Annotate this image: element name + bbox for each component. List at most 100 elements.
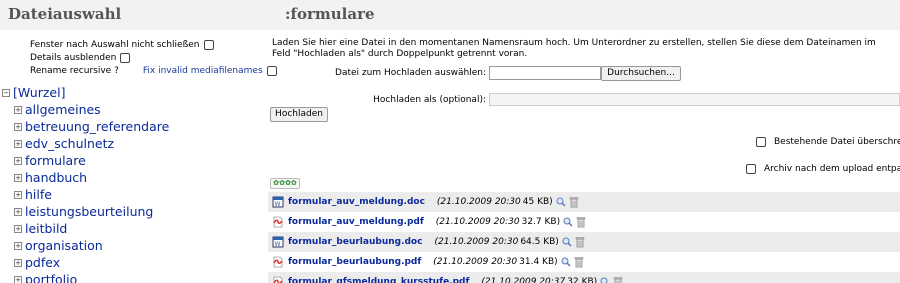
magnifier-icon[interactable] bbox=[556, 197, 566, 207]
expand-icon[interactable]: + bbox=[14, 139, 22, 148]
keep-open-checkbox[interactable] bbox=[203, 40, 214, 50]
hide-details-checkbox[interactable] bbox=[120, 53, 131, 63]
tree-item-label[interactable]: betreuung_referendare bbox=[25, 119, 169, 134]
choose-file-label: Datei zum Hochladen auswählen: bbox=[335, 68, 486, 78]
file-size: 64.5 KB) bbox=[520, 237, 559, 247]
file-date: (21.10.2009 20:30 bbox=[434, 237, 519, 247]
svg-text:W: W bbox=[275, 201, 281, 208]
tree-item-betreuung-referendare[interactable]: + betreuung_referendare bbox=[14, 118, 169, 135]
pdf-file-icon bbox=[272, 216, 284, 228]
tree-root[interactable]: − [Wurzel] bbox=[2, 84, 169, 101]
hide-details-label: Details ausblenden bbox=[30, 53, 117, 63]
word-file-icon: W bbox=[272, 196, 284, 208]
file-row: formular_gfsmeldung_kursstufe.pdf (21.10.… bbox=[268, 272, 900, 283]
expand-icon[interactable]: + bbox=[14, 207, 22, 216]
expand-icon[interactable]: + bbox=[14, 173, 22, 182]
file-size: 31.4 KB) bbox=[519, 257, 558, 267]
rename-recursive-option: Rename recursive ? Fix invalid mediafile… bbox=[30, 66, 277, 76]
magnifier-icon[interactable] bbox=[600, 277, 610, 283]
tree-item-label[interactable]: formulare bbox=[25, 153, 86, 168]
thumbnail-view-button[interactable]: ✿✿✿✿ bbox=[270, 178, 300, 189]
overwrite-checkbox[interactable] bbox=[756, 137, 766, 147]
tree-item-label[interactable]: handbuch bbox=[25, 170, 87, 185]
tree-item-label[interactable]: portfolio bbox=[25, 272, 77, 283]
expand-icon[interactable]: + bbox=[14, 224, 22, 233]
tree-item-formulare[interactable]: + formulare bbox=[14, 152, 169, 169]
magnifier-icon[interactable] bbox=[563, 217, 573, 227]
trash-icon[interactable] bbox=[569, 196, 579, 208]
tree-item-hilfe[interactable]: + hilfe bbox=[14, 186, 169, 203]
upload-intro-text: Laden Sie hier eine Datei in den momenta… bbox=[272, 38, 876, 59]
expand-icon[interactable]: + bbox=[14, 156, 22, 165]
trash-icon[interactable] bbox=[613, 276, 623, 283]
file-name-link[interactable]: formular_gfsmeldung_kursstufe.pdf bbox=[288, 277, 469, 283]
browse-button[interactable]: Durchsuchen... bbox=[601, 66, 681, 81]
unpack-label: Archiv nach dem upload entpacken bbox=[764, 164, 900, 174]
file-name-link[interactable]: formular_beurlaubung.doc bbox=[288, 237, 422, 247]
unpack-option: Archiv nach dem upload entpacken bbox=[746, 164, 900, 174]
tree-item-label[interactable]: pdfex bbox=[25, 255, 60, 270]
file-row: formular_auv_meldung.pdf (21.10.2009 20:3… bbox=[268, 212, 900, 232]
keep-open-option: Fenster nach Auswahl nicht schließen bbox=[30, 40, 214, 50]
file-size: 32 KB) bbox=[567, 277, 598, 283]
expand-icon[interactable]: + bbox=[14, 241, 22, 250]
pdf-file-icon bbox=[272, 276, 284, 283]
trash-icon[interactable] bbox=[575, 236, 585, 248]
file-size: 32.7 KB) bbox=[521, 217, 561, 227]
overwrite-label: Bestehende Datei überschreiben bbox=[774, 137, 900, 147]
tree-item-handbuch[interactable]: + handbuch bbox=[14, 169, 169, 186]
file-date: (21.10.2009 20:30 bbox=[436, 197, 521, 207]
expand-icon[interactable]: + bbox=[14, 258, 22, 267]
tree-root-label[interactable]: [Wurzel] bbox=[13, 85, 65, 100]
fix-invalid-checkbox[interactable] bbox=[266, 66, 277, 76]
upload-as-label: Hochladen als (optional): bbox=[373, 95, 486, 105]
overwrite-option: Bestehende Datei überschreiben bbox=[756, 137, 900, 147]
collapse-icon[interactable]: − bbox=[2, 88, 10, 97]
file-name-link[interactable]: formular_beurlaubung.pdf bbox=[288, 257, 421, 267]
file-upload-input[interactable] bbox=[489, 66, 601, 80]
trash-icon[interactable] bbox=[576, 216, 586, 228]
namespace-header: :formulare bbox=[265, 0, 900, 30]
tree-item-edv-schulnetz[interactable]: + edv_schulnetz bbox=[14, 135, 169, 152]
tree-item-label[interactable]: leistungsbeurteilung bbox=[25, 204, 153, 219]
expand-icon[interactable]: + bbox=[14, 105, 22, 114]
fix-invalid-link[interactable]: Fix invalid mediafilenames bbox=[143, 66, 263, 76]
file-date: (21.10.2009 20:37 bbox=[481, 277, 566, 283]
expand-icon[interactable]: + bbox=[14, 122, 22, 131]
tree-item-label[interactable]: organisation bbox=[25, 238, 103, 253]
file-row: Wformular_auv_meldung.doc (21.10.2009 20:… bbox=[268, 192, 900, 212]
expand-icon[interactable]: + bbox=[14, 275, 22, 283]
tree-item-label[interactable]: leitbild bbox=[25, 221, 67, 236]
magnifier-icon[interactable] bbox=[562, 237, 572, 247]
trash-icon[interactable] bbox=[574, 256, 584, 268]
magnifier-icon[interactable] bbox=[561, 257, 571, 267]
expand-icon[interactable]: + bbox=[14, 190, 22, 199]
word-file-icon: W bbox=[272, 236, 284, 248]
file-name-link[interactable]: formular_auv_meldung.pdf bbox=[288, 217, 424, 227]
tree-item-allgemeines[interactable]: + allgemeines bbox=[14, 101, 169, 118]
file-row: Wformular_beurlaubung.doc (21.10.2009 20:… bbox=[268, 232, 900, 252]
file-row: formular_beurlaubung.pdf (21.10.2009 20:3… bbox=[268, 252, 900, 272]
tree-item-label[interactable]: allgemeines bbox=[25, 102, 101, 117]
upload-as-input[interactable] bbox=[489, 93, 900, 106]
file-date: (21.10.2009 20:30 bbox=[433, 257, 518, 267]
file-name-link[interactable]: formular_auv_meldung.doc bbox=[288, 197, 425, 207]
rename-recursive-label: Rename recursive ? bbox=[30, 66, 119, 76]
upload-button[interactable]: Hochladen bbox=[270, 107, 328, 122]
file-size: 45 KB) bbox=[522, 197, 553, 207]
tree-item-label[interactable]: edv_schulnetz bbox=[25, 136, 114, 151]
hide-details-option: Details ausblenden bbox=[30, 53, 131, 63]
keep-open-label: Fenster nach Auswahl nicht schließen bbox=[30, 40, 200, 50]
tree-item-label[interactable]: hilfe bbox=[25, 187, 52, 202]
svg-text:W: W bbox=[275, 241, 281, 248]
file-date: (21.10.2009 20:30 bbox=[435, 217, 520, 227]
tree-item-organisation[interactable]: + organisation bbox=[14, 237, 169, 254]
tree-item-leitbild[interactable]: + leitbild bbox=[14, 220, 169, 237]
namespace-tree: − [Wurzel] + allgemeines + betreuung_refer… bbox=[2, 84, 169, 283]
tree-item-leistungsbeurteilung[interactable]: + leistungsbeurteilung bbox=[14, 203, 169, 220]
file-selection-header: Dateiauswahl bbox=[0, 0, 265, 30]
unpack-checkbox[interactable] bbox=[746, 164, 756, 174]
tree-item-portfolio[interactable]: + portfolio bbox=[14, 271, 169, 283]
pdf-file-icon bbox=[272, 256, 284, 268]
tree-item-pdfex[interactable]: + pdfex bbox=[14, 254, 169, 271]
